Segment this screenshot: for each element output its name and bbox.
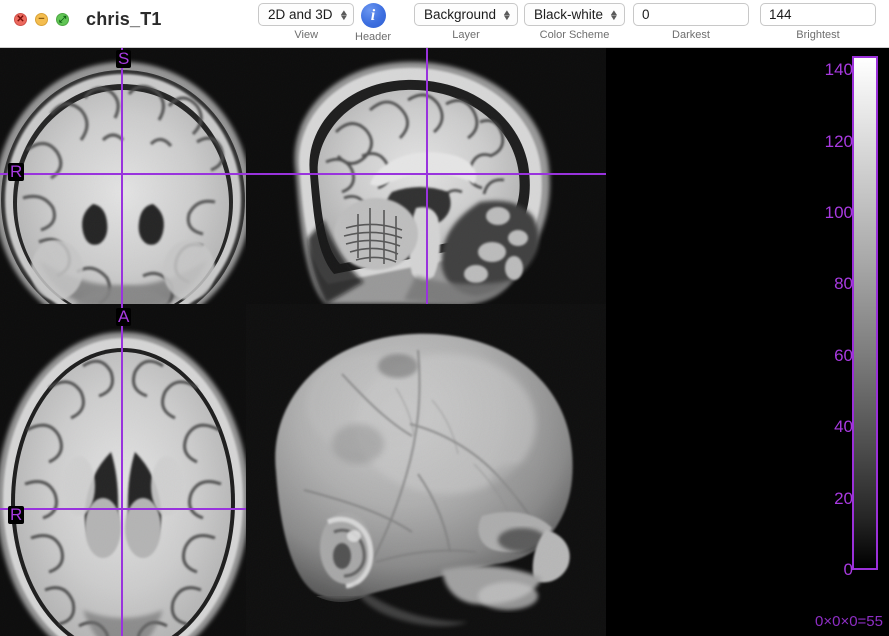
zoom-button[interactable]: ⤢ bbox=[56, 13, 69, 26]
colorbar-tick-120: 120 bbox=[824, 131, 853, 151]
crosshair-horizontal[interactable] bbox=[246, 173, 606, 175]
orientation-label-anterior: A bbox=[116, 307, 132, 326]
window-title: chris_T1 bbox=[86, 9, 162, 29]
axial-slice-image bbox=[0, 304, 246, 636]
color-scheme-group: Black-white ▲ ▼ Color Scheme bbox=[524, 3, 625, 41]
coronal-slice-image bbox=[0, 48, 246, 304]
colorbar-tick-140: 140 bbox=[824, 60, 853, 80]
viewer-canvas[interactable]: S R A R 140 120 100 80 60 40 20 0 0×0×0=… bbox=[0, 48, 889, 636]
colorbar-tick-100: 100 bbox=[824, 203, 853, 223]
crosshair-vertical[interactable] bbox=[121, 304, 123, 636]
darkest-label: Darkest bbox=[672, 29, 710, 41]
colorbar-tick-0: 0 bbox=[843, 560, 853, 579]
colorbar-tick-20: 20 bbox=[834, 488, 853, 508]
crosshair-vertical[interactable] bbox=[121, 48, 123, 304]
crosshair-horizontal[interactable] bbox=[0, 508, 246, 510]
layer-group: Background ▲ ▼ Layer bbox=[414, 3, 518, 41]
orientation-label-superior: S bbox=[116, 49, 132, 68]
orientation-label-right: R bbox=[8, 162, 25, 181]
close-button[interactable]: ✕ bbox=[14, 13, 27, 26]
panel-coronal[interactable]: S R bbox=[0, 48, 246, 304]
panel-render-3d[interactable] bbox=[246, 304, 606, 636]
view-select-value: 2D and 3D bbox=[268, 7, 333, 22]
view-select[interactable]: 2D and 3D ▲ ▼ bbox=[258, 3, 355, 26]
color-scheme-label: Color Scheme bbox=[539, 29, 610, 41]
panel-axial[interactable]: A R bbox=[0, 304, 246, 636]
minimize-button[interactable]: − bbox=[35, 13, 48, 26]
header-group: i Header bbox=[355, 3, 391, 43]
color-scheme-select[interactable]: Black-white ▲ ▼ bbox=[524, 3, 625, 26]
coordinate-readout: 0×0×0=55 bbox=[815, 613, 883, 630]
darkest-input-value: 0 bbox=[642, 7, 650, 22]
crosshair-horizontal[interactable] bbox=[0, 173, 246, 175]
layer-label: Layer bbox=[452, 29, 480, 41]
layer-select[interactable]: Background ▲ ▼ bbox=[414, 3, 518, 26]
orientation-label-right: R bbox=[8, 505, 25, 524]
fullscreen-icon: ⤢ bbox=[58, 14, 67, 24]
colorbar-gradient bbox=[852, 56, 878, 570]
darkest-group: 0 Darkest bbox=[633, 3, 749, 41]
crosshair-vertical[interactable] bbox=[426, 48, 428, 304]
render-3d-image bbox=[246, 304, 606, 636]
colorbar-tick-40: 40 bbox=[834, 417, 853, 437]
close-icon: ✕ bbox=[16, 13, 25, 25]
chevron-updown-icon: ▲ ▼ bbox=[501, 7, 513, 22]
color-scheme-select-value: Black-white bbox=[534, 7, 604, 22]
info-icon: i bbox=[370, 6, 376, 24]
window-controls: ✕ − ⤢ bbox=[14, 13, 69, 26]
chevron-updown-icon: ▲ ▼ bbox=[338, 7, 349, 22]
colorbar[interactable] bbox=[852, 56, 880, 572]
layer-select-value: Background bbox=[424, 7, 497, 22]
view-label: View bbox=[294, 29, 319, 41]
toolbar: ✕ − ⤢ chris_T1 2D and 3D ▲ ▼ View i Heade… bbox=[0, 0, 889, 48]
view-group: 2D and 3D ▲ ▼ View bbox=[258, 3, 355, 41]
brightest-input[interactable]: 144 bbox=[760, 3, 876, 26]
chevron-updown-icon: ▲ ▼ bbox=[608, 7, 620, 22]
colorbar-tick-80: 80 bbox=[834, 274, 853, 294]
brightest-group: 144 Brightest bbox=[760, 3, 876, 41]
brightest-input-value: 144 bbox=[769, 7, 792, 22]
brightest-label: Brightest bbox=[796, 29, 840, 41]
darkest-input[interactable]: 0 bbox=[633, 3, 749, 26]
header-label: Header bbox=[355, 31, 392, 43]
minimize-icon: − bbox=[38, 12, 45, 25]
colorbar-tick-60: 60 bbox=[834, 345, 853, 365]
header-info-button[interactable]: i bbox=[360, 3, 386, 28]
panel-sagittal[interactable] bbox=[246, 48, 606, 304]
